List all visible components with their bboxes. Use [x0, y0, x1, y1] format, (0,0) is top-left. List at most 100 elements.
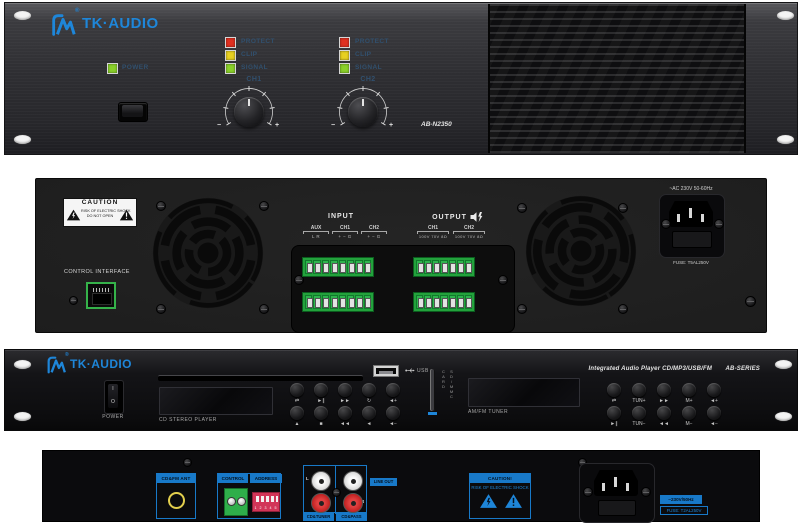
player-power-switch[interactable]: I O	[104, 380, 124, 414]
rca-left-mark: L	[306, 476, 309, 481]
tuner-play-button[interactable]	[607, 406, 621, 420]
tuner-tune-down-button[interactable]	[632, 406, 646, 420]
caution-title: CAUTION	[64, 199, 136, 207]
tuner-next-button[interactable]	[657, 383, 671, 397]
bolt-triangle-icon	[479, 493, 498, 509]
ch2-clip-label: CLIP	[355, 51, 371, 58]
cd-display	[159, 387, 273, 415]
tagline-text: Integrated Audio Player CD/MP3/USB/FM	[589, 366, 713, 372]
tuner-volup-symbol: ◄+	[702, 398, 726, 404]
cd-next-button[interactable]	[338, 383, 352, 397]
cd-next-symbol: ►►	[333, 398, 357, 404]
control-interface-label: CONTROL INTERFACE	[64, 269, 130, 275]
cd-play-pause-button[interactable]	[314, 383, 328, 397]
cd-shuffle-button[interactable]	[290, 383, 304, 397]
ch1-knob-max: +	[275, 122, 279, 129]
cd-display-label: CD STEREO PLAYER	[159, 417, 217, 423]
fan-grille-left	[151, 196, 265, 310]
ch2-signal-label: SIGNAL	[355, 64, 382, 71]
usb-icon	[405, 367, 415, 374]
line-out-label: LINE OUT	[370, 478, 397, 486]
output-title: OUTPUT	[432, 214, 467, 221]
power-button[interactable]	[118, 102, 148, 122]
ch2-protect-led	[339, 37, 350, 48]
brand-name: TK·AUDIO	[70, 357, 132, 371]
bolt-triangle-icon	[66, 208, 81, 222]
rack-screw-slot	[777, 11, 794, 20]
ch2-knob-min: −	[331, 122, 335, 129]
rca-section: L R	[303, 465, 367, 513]
ch1-knob-min: −	[217, 122, 221, 129]
caution-line1: RISK OF ELECTRIC SHOCK	[81, 209, 119, 214]
cd-eject-button[interactable]	[290, 406, 304, 420]
dip-numbers: 1 2 3 4 5	[253, 506, 279, 510]
cd-mute-button[interactable]	[362, 406, 376, 420]
tuner-memory-down-button[interactable]	[682, 406, 696, 420]
ch2-volume-knob[interactable]	[348, 97, 378, 127]
rj45-pins	[93, 288, 109, 292]
power-led-label: POWER	[122, 64, 149, 71]
cd-shuffle-symbol: ⇄	[285, 398, 309, 404]
screw	[156, 201, 166, 211]
tuner-play-symbol: ►∥	[602, 421, 626, 427]
cd-slot[interactable]	[158, 375, 363, 381]
ch1-volume-knob[interactable]	[234, 97, 264, 127]
tuner-voldown-symbol: ◄−	[702, 421, 726, 427]
ch2-signal-led	[339, 63, 350, 74]
screw	[661, 219, 671, 229]
rca-right-label: CD&PASS	[336, 513, 367, 521]
tuner-volume-up-button[interactable]	[707, 383, 721, 397]
fuse-label: FUSE: T5AL250V	[648, 260, 734, 265]
screw	[714, 219, 724, 229]
screw	[618, 203, 628, 213]
tuner-memory-up-button[interactable]	[682, 383, 696, 397]
player-front-panel: ® TK·AUDIO I O POWER CD STEREO PLAYER ⇄ …	[4, 349, 798, 431]
cd-volume-up-button[interactable]	[386, 383, 400, 397]
speaker-bolt-icon	[470, 212, 484, 222]
tuner-scan-button[interactable]	[607, 383, 621, 397]
rca-jack-red-left	[311, 493, 331, 513]
cd-volume-down-button[interactable]	[386, 406, 400, 420]
usb-port[interactable]	[373, 365, 399, 377]
ch2-protect-label: PROTECT	[355, 38, 389, 45]
screw	[517, 203, 527, 213]
caution-label: CAUTION RISK OF ELECTRIC SHOCK DO NOT OP…	[63, 198, 137, 227]
amplifier-rear-panel: CAUTION RISK OF ELECTRIC SHOCK DO NOT OP…	[35, 178, 767, 333]
rca-jack-white-left	[311, 471, 331, 491]
output-terminal-block-row1	[413, 257, 475, 277]
tuner-mdown-symbol: M−	[677, 421, 701, 427]
rack-screw-slot	[14, 135, 31, 144]
knob-pointer	[248, 99, 250, 106]
ch1-signal-label: SIGNAL	[241, 64, 268, 71]
cd-repeat-button[interactable]	[362, 383, 376, 397]
address-dip-switch[interactable]: 1 2 3 4 5	[252, 492, 280, 512]
tuner-display-label: AM/FM TUNER	[468, 409, 508, 415]
fuse-drawer	[672, 231, 712, 248]
screw	[69, 296, 78, 305]
ch1-clip-led	[225, 50, 236, 61]
sd-led	[428, 412, 437, 415]
tuner-tune-up-button[interactable]	[632, 383, 646, 397]
amplifier-front-panel: ® TK·AUDIO POWER PROTECT CLIP SIGNAL CH1	[4, 2, 798, 155]
output-terminal-block-row2	[413, 292, 475, 312]
rack-screw-slot	[775, 412, 792, 421]
sd-card-slot[interactable]	[430, 369, 435, 411]
player-power-label: POWER	[100, 414, 126, 420]
product-sheet: ® TK·AUDIO POWER PROTECT CLIP SIGNAL CH1	[0, 0, 800, 526]
ch1-label: CH1	[234, 76, 274, 83]
input-group-aux: AUX L R	[303, 225, 329, 239]
sd-slot-label: SD/MMC CARD	[439, 369, 455, 413]
knob-pointer	[362, 99, 364, 106]
tuner-tunedown-symbol: TUN−	[627, 421, 651, 427]
cd-mute-symbol: ◄	[357, 421, 381, 427]
model-number: AB-N2350	[421, 121, 452, 128]
tuner-prev-button[interactable]	[657, 406, 671, 420]
cd-stop-button[interactable]	[314, 406, 328, 420]
cd-prev-button[interactable]	[338, 406, 352, 420]
player-rear-panel: CD&FM ANT CONTROL ADDRESS 1 2 3 4 5 L	[42, 450, 760, 522]
cd-volup-symbol: ◄+	[381, 398, 405, 404]
screw	[641, 487, 651, 497]
tuner-volume-down-button[interactable]	[707, 406, 721, 420]
screw	[183, 458, 192, 467]
ch1-signal-led	[225, 63, 236, 74]
